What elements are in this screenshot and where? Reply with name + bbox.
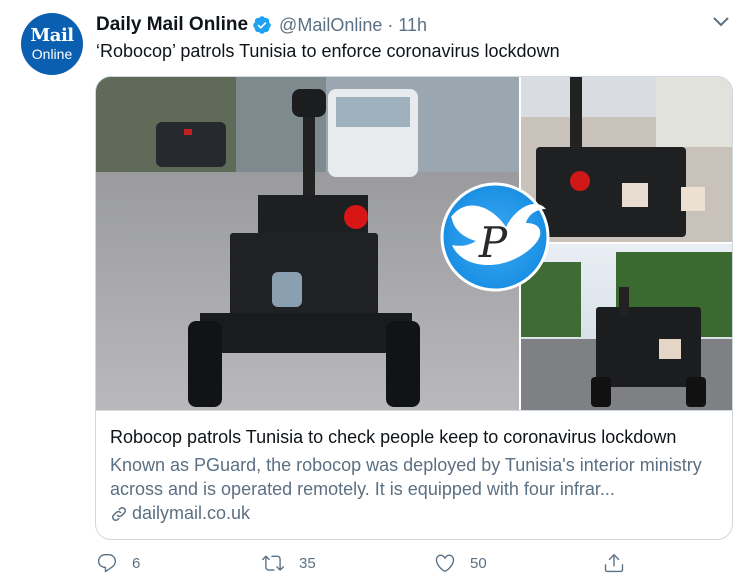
card-title: Robocop patrols Tunisia to check people …: [110, 427, 677, 447]
account-name[interactable]: Daily Mail Online: [96, 14, 248, 36]
tweet[interactable]: Mail Online Daily Mail Online @MailOnlin…: [0, 0, 755, 588]
card-domain: dailymail.co.uk: [132, 503, 251, 523]
retweet-button[interactable]: 35: [261, 549, 316, 577]
like-button[interactable]: 50: [434, 549, 487, 577]
link-card[interactable]: P Robocop patrols Tunisia to check peopl…: [95, 76, 733, 540]
secondary-photo-2: [521, 244, 732, 410]
account-handle[interactable]: @MailOnline: [279, 15, 382, 36]
tweet-timestamp[interactable]: 11h: [398, 15, 427, 36]
caret-down-icon[interactable]: [711, 15, 731, 29]
reply-icon: [97, 554, 117, 573]
tweet-actions: 6 35 50: [96, 549, 636, 577]
twitter-bird-icon: P: [440, 182, 550, 292]
retweet-count: 35: [299, 554, 316, 572]
retweet-icon: [262, 555, 284, 571]
verified-badge-icon: [253, 16, 271, 34]
reply-count: 6: [132, 554, 141, 572]
card-link[interactable]: dailymail.co.uk: [110, 503, 250, 524]
share-icon: [604, 554, 624, 573]
share-button[interactable]: [603, 549, 639, 577]
secondary-photo-1: [521, 77, 732, 242]
avatar-logo-line2: Online: [31, 45, 73, 62]
card-image[interactable]: P: [96, 77, 732, 410]
link-icon: [111, 506, 127, 521]
tweet-header: Daily Mail Online @MailOnline · 11h: [96, 12, 427, 38]
card-body[interactable]: Robocop patrols Tunisia to check people …: [96, 410, 732, 539]
card-description: Known as PGuard, the robocop was deploye…: [110, 455, 702, 499]
tweet-text: ‘Robocop’ patrols Tunisia to enforce cor…: [96, 41, 560, 61]
header-separator: ·: [387, 14, 394, 35]
like-count: 50: [470, 554, 487, 572]
watermark-letter: P: [478, 218, 508, 267]
reply-button[interactable]: 6: [96, 549, 140, 577]
avatar-logo-line1: Mail: [30, 24, 74, 46]
avatar[interactable]: Mail Online: [21, 13, 83, 75]
like-icon: [435, 554, 455, 572]
